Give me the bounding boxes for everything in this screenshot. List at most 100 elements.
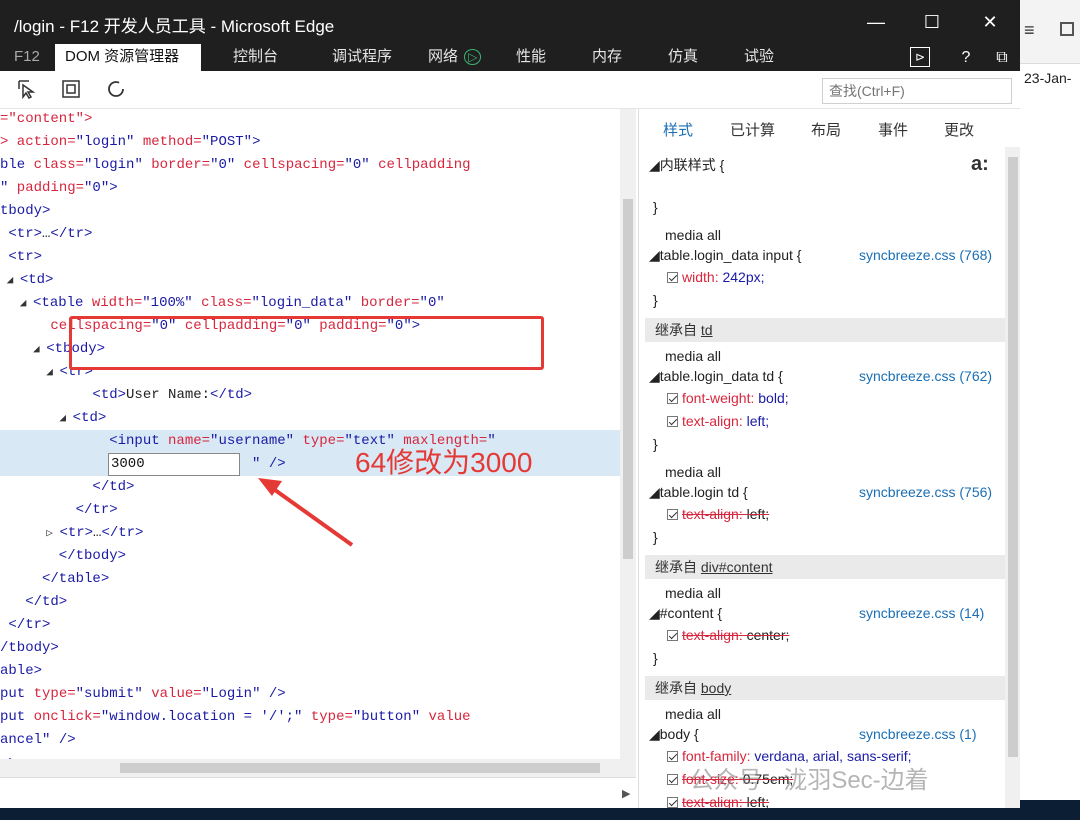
inherited-from-bar: 继承自 body	[645, 676, 1005, 700]
devtools-window: /login - F12 开发人员工具 - Microsoft Edge — ☐…	[0, 0, 1020, 808]
property-value[interactable]: center;	[747, 627, 790, 643]
styles-vertical-scrollbar[interactable]	[1005, 147, 1020, 808]
minimize-button[interactable]: —	[856, 8, 896, 36]
dom-token: /tbody>	[0, 640, 59, 656]
media-query: media all	[665, 706, 722, 722]
menu-lines-icon[interactable]: ≡	[1024, 20, 1035, 41]
property-colon: :	[738, 794, 747, 808]
rule-selector[interactable]: ◢table.login_data input {	[649, 245, 801, 265]
rule-close-brace: }	[653, 650, 658, 666]
rule-close-brace: }	[653, 199, 658, 215]
annotation-arrow	[258, 478, 354, 547]
dom-node-line[interactable]: put onclick="window.location = '/';" typ…	[0, 706, 471, 729]
tab-styles[interactable]: 样式	[663, 119, 693, 140]
property-checkbox[interactable]	[667, 272, 678, 283]
inherited-label: 继承自	[655, 559, 701, 575]
styles-tabs: 样式 已计算 布局 事件 更改	[639, 109, 1020, 147]
property-value[interactable]: left;	[747, 413, 770, 429]
css-property[interactable]: font-weight: bold;	[667, 388, 789, 408]
css-property[interactable]: text-align: left;	[667, 504, 769, 524]
rule-close-brace: }	[653, 436, 658, 452]
property-checkbox[interactable]	[667, 751, 678, 762]
property-name: text-align	[682, 413, 739, 429]
dom-breadcrumb-bar: ▶	[0, 777, 636, 808]
dom-node-line[interactable]: </tr>	[0, 614, 50, 637]
property-value[interactable]: left;	[747, 794, 770, 808]
scroll-thumb[interactable]	[1008, 157, 1018, 757]
source-link[interactable]: syncbreeze.css (14)	[859, 605, 984, 621]
property-checkbox[interactable]	[667, 630, 678, 641]
dom-token: onclick=	[33, 709, 101, 725]
dom-token: "submit"	[75, 686, 143, 702]
property-checkbox[interactable]	[667, 797, 678, 808]
window-icon[interactable]	[1060, 22, 1074, 36]
inline-style-header: ◢内联样式 {	[649, 157, 725, 173]
dock-icon[interactable]: ⧉	[990, 47, 1014, 69]
dom-horizontal-scrollbar[interactable]	[0, 759, 620, 777]
maximize-button[interactable]: ☐	[912, 8, 952, 36]
tab-experiments[interactable]: 试验	[734, 44, 784, 71]
inherited-element-link[interactable]: div#content	[701, 559, 773, 575]
source-link[interactable]: syncbreeze.css (756)	[859, 484, 992, 500]
new-rule-icon[interactable]: a:	[971, 153, 989, 176]
inherited-element-link[interactable]: body	[701, 680, 731, 696]
dom-token: "Login"	[201, 686, 261, 702]
css-property[interactable]: width: 242px;	[667, 267, 765, 287]
property-colon: :	[738, 506, 747, 522]
dom-token: value=	[142, 686, 202, 702]
rule-selector[interactable]: ◢body {	[649, 724, 699, 744]
css-property[interactable]: text-align: left;	[667, 411, 769, 431]
background-toolbar: ≡	[1020, 0, 1080, 64]
property-checkbox[interactable]	[667, 416, 678, 427]
source-link[interactable]: syncbreeze.css (762)	[859, 368, 992, 384]
rule-close-brace: }	[653, 292, 658, 308]
expand-arrow-icon[interactable]: ▶	[622, 787, 630, 800]
dom-token: "button"	[352, 709, 421, 725]
rule-close-brace: }	[653, 529, 658, 545]
source-link[interactable]: syncbreeze.css (1)	[859, 726, 976, 742]
property-value[interactable]: bold;	[758, 390, 788, 406]
console-toggle-icon[interactable]: ⊳	[910, 47, 930, 67]
find-input[interactable]	[822, 78, 1012, 104]
inherited-element-link[interactable]: td	[701, 322, 713, 338]
media-query: media all	[665, 348, 722, 364]
property-colon: :	[738, 413, 747, 429]
dom-token: type=	[33, 686, 76, 702]
property-colon: :	[738, 627, 747, 643]
dom-token: able>	[0, 663, 43, 679]
tab-computed[interactable]: 已计算	[730, 119, 775, 140]
rule-selector[interactable]: ◢#content {	[649, 603, 722, 623]
dom-node-line[interactable]: ->	[0, 752, 17, 759]
dom-token: "window.location = '/';"	[100, 709, 303, 725]
property-value[interactable]: left;	[747, 506, 770, 522]
scroll-thumb[interactable]	[623, 199, 633, 559]
property-checkbox[interactable]	[667, 393, 678, 404]
dom-token: put	[0, 686, 34, 702]
dom-node-line[interactable]: able>	[0, 660, 42, 683]
close-button[interactable]: ✕	[970, 8, 1010, 36]
dom-node-line[interactable]: /tbody>	[0, 637, 59, 660]
inherited-from-bar: 继承自 div#content	[645, 555, 1005, 579]
help-icon[interactable]: ?	[954, 47, 978, 69]
watermark: 公众号 · 泷羽Sec-边着	[690, 767, 929, 794]
scroll-thumb[interactable]	[120, 763, 600, 773]
rule-selector[interactable]: ◢table.login td {	[649, 482, 748, 502]
tab-changes[interactable]: 更改	[944, 119, 974, 140]
tab-events[interactable]: 事件	[878, 119, 908, 140]
inherited-label: 继承自	[655, 680, 701, 696]
property-checkbox[interactable]	[667, 509, 678, 520]
media-query: media all	[665, 464, 722, 480]
inherited-from-bar: 继承自 td	[645, 318, 1005, 342]
rule-selector[interactable]: ◢table.login_data td {	[649, 366, 783, 386]
dom-node-line[interactable]: ancel" />	[0, 729, 76, 752]
source-link[interactable]: syncbreeze.css (768)	[859, 247, 992, 263]
media-query: media all	[665, 227, 722, 243]
dom-token: />	[260, 686, 286, 702]
tab-layout[interactable]: 布局	[811, 119, 841, 140]
css-property[interactable]: text-align: center;	[667, 625, 789, 645]
property-checkbox[interactable]	[667, 774, 678, 785]
tab-emulation[interactable]: 仿真	[658, 44, 708, 71]
property-value[interactable]: 242px;	[722, 269, 764, 285]
dom-node-line[interactable]: put type="submit" value="Login" />	[0, 683, 286, 706]
dom-vertical-scrollbar[interactable]	[620, 109, 636, 779]
